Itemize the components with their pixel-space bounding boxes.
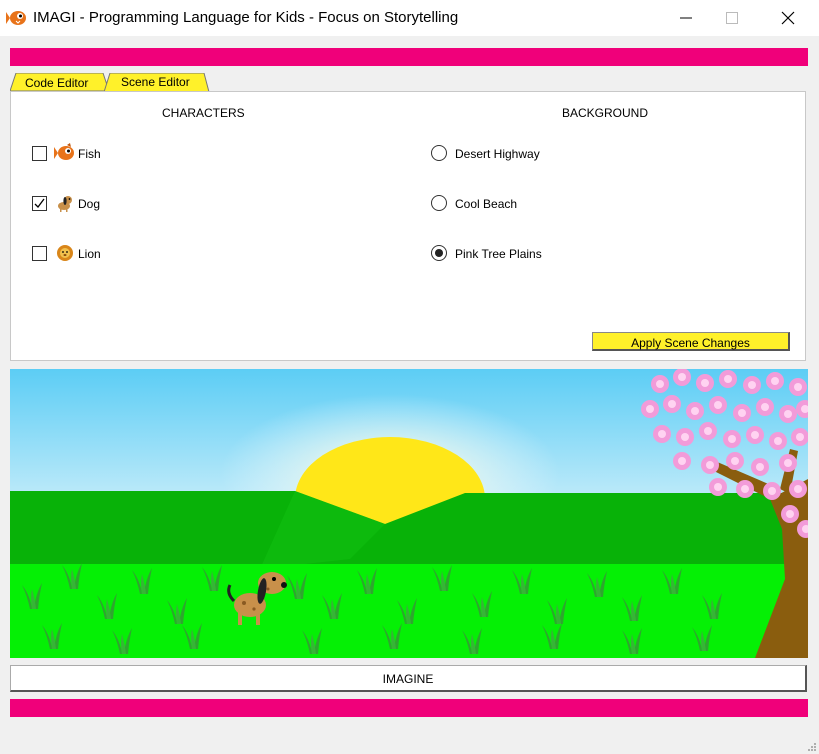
tab-scene-editor[interactable]: Scene Editor [104,73,210,92]
background-pink-tree-plains-option[interactable]: Pink Tree Plains [431,244,651,264]
apply-scene-changes-button[interactable]: Apply Scene Changes [592,332,790,351]
lion-label: Lion [78,247,101,261]
tab-code-editor-label: Code Editor [25,76,89,90]
imagine-button[interactable]: IMAGINE [10,665,807,692]
pink-tree-plains-radio[interactable] [431,245,447,261]
character-lion-option[interactable]: Lion [32,244,232,264]
characters-heading: CHARACTERS [162,106,245,120]
top-accent-bar [10,48,808,66]
window-title: IMAGI - Programming Language for Kids - … [33,9,459,26]
maximize-button[interactable] [709,0,755,36]
fish-checkbox[interactable] [32,146,47,161]
tab-code-editor[interactable]: Code Editor [10,73,110,92]
pink-tree-plains-label: Pink Tree Plains [455,247,542,261]
fish-icon [54,143,74,160]
bottom-accent-bar [10,699,808,717]
maximize-icon [726,12,738,24]
dog-label: Dog [78,197,101,211]
fish-app-icon [6,11,26,25]
scene-preview [10,369,808,658]
background-desert-highway-option[interactable]: Desert Highway [431,144,651,164]
background-cool-beach-option[interactable]: Cool Beach [431,194,651,214]
minimize-button[interactable] [663,0,709,36]
character-fish-option[interactable]: Fish [32,143,232,164]
background-heading: BACKGROUND [562,106,649,120]
desert-highway-label: Desert Highway [455,147,540,161]
fish-label: Fish [78,147,101,161]
lion-icon [57,245,73,261]
dog-checkbox[interactable] [32,196,47,211]
character-dog-option[interactable]: Dog [32,194,232,214]
scene-editor-panel: CHARACTERS BACKGROUND Fish Dog Lion Dese… [10,91,806,361]
lion-checkbox[interactable] [32,246,47,261]
minimize-icon [680,17,692,19]
cool-beach-radio[interactable] [431,195,447,211]
title-bar: IMAGI - Programming Language for Kids - … [0,0,819,36]
dog-icon [58,196,72,212]
resize-grip-icon[interactable] [807,742,817,752]
pink-tree-plains-scene [10,369,808,658]
desert-highway-radio[interactable] [431,145,447,161]
close-icon [781,11,795,25]
close-button[interactable] [765,0,811,36]
checkmark-icon [34,198,45,208]
tab-scene-editor-label: Scene Editor [121,75,190,89]
cool-beach-label: Cool Beach [455,197,518,211]
